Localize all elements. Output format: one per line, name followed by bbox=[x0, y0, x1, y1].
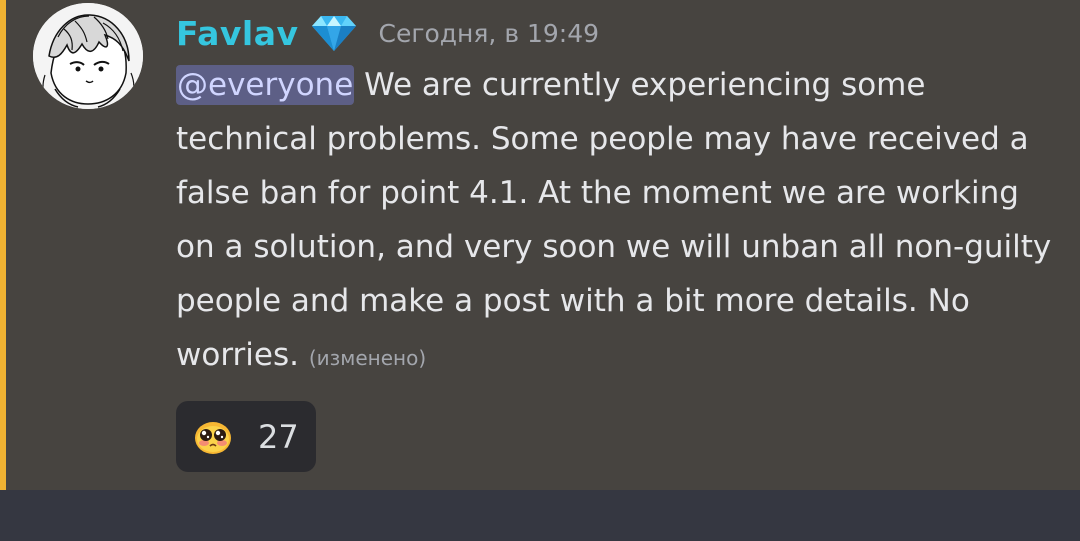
message-content: @everyone We are currently experiencing … bbox=[176, 58, 1066, 385]
avatar[interactable] bbox=[33, 3, 143, 109]
reaction-count: 27 bbox=[258, 417, 299, 456]
message-text: We are currently experiencing some techn… bbox=[176, 67, 1052, 373]
timestamp: Сегодня, в 19:49 bbox=[378, 18, 600, 48]
diamond-icon bbox=[310, 13, 358, 53]
chat-message: Favlav Сегодня, в 19:49 @everyone We are… bbox=[0, 0, 1080, 490]
reaction-button[interactable]: 27 bbox=[176, 401, 316, 472]
message-header: Favlav Сегодня, в 19:49 bbox=[176, 8, 599, 58]
anime-avatar-icon bbox=[33, 3, 143, 109]
pleading-face-icon bbox=[192, 416, 234, 458]
edited-label: (изменено) bbox=[308, 346, 427, 370]
username[interactable]: Favlav bbox=[176, 14, 298, 53]
everyone-mention[interactable]: @everyone bbox=[176, 65, 355, 105]
mention-highlight-bar bbox=[0, 0, 6, 490]
